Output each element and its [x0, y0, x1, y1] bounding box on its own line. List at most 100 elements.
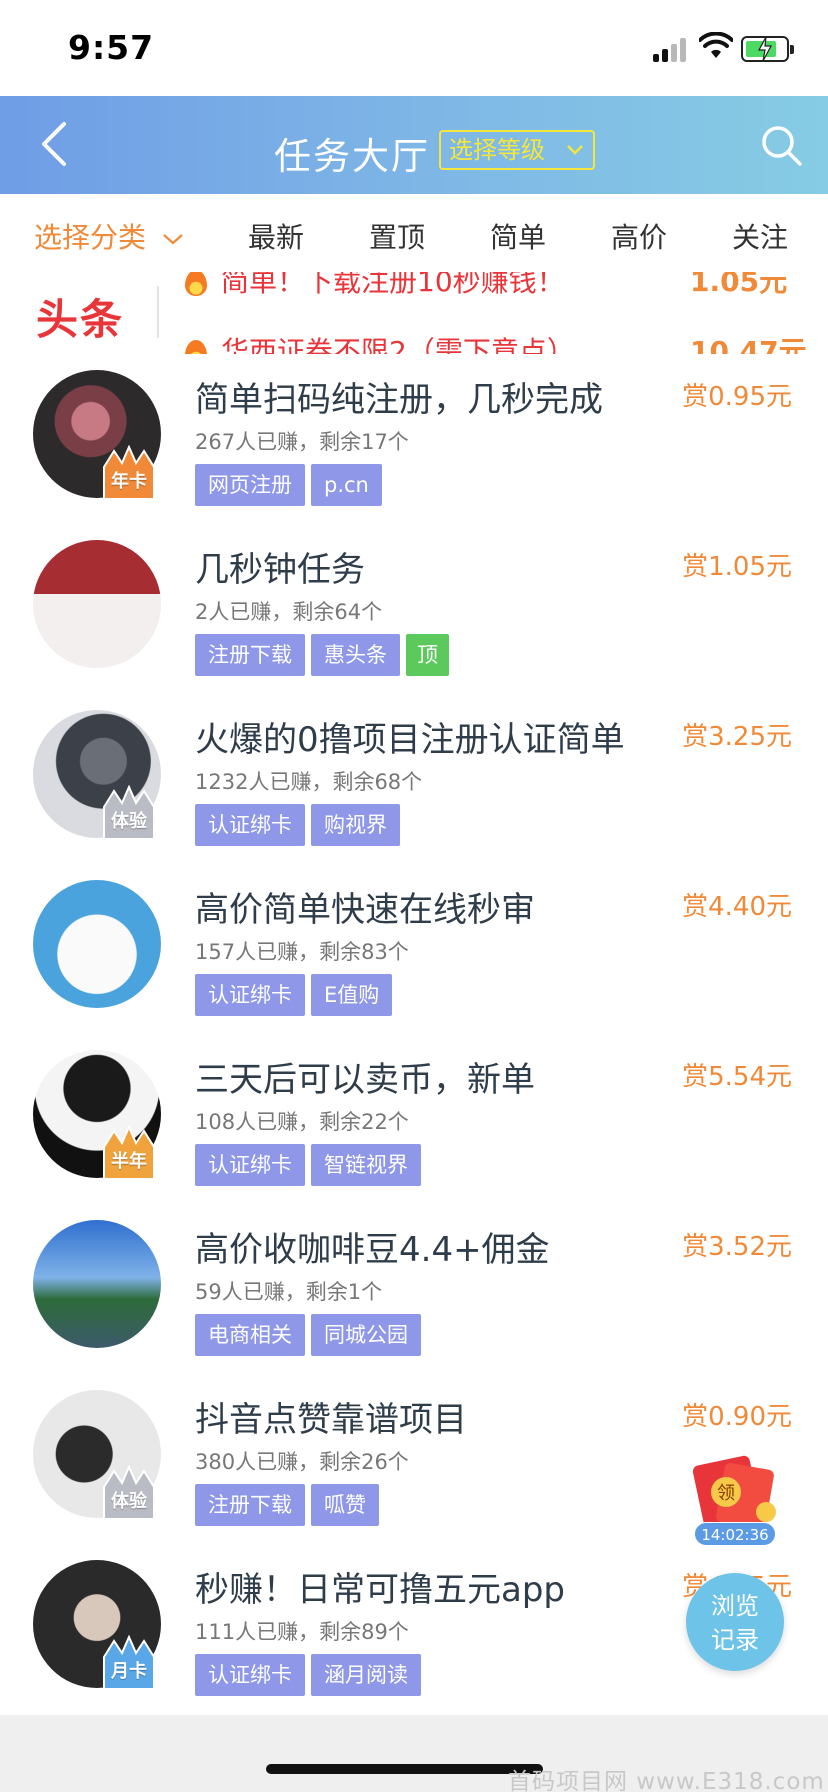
flame-icon	[185, 340, 207, 354]
task-tags: 认证绑卡 涵月阅读	[195, 1654, 427, 1698]
level-select-dropdown[interactable]: 选择等级	[439, 130, 595, 170]
category-select[interactable]: 选择分类	[34, 216, 185, 256]
tab-latest[interactable]: 最新	[248, 216, 304, 256]
task-item[interactable]: 年卡 简单扫码纯注册，几秒完成 赏0.95元 267人已赚，剩余17个 网页注册…	[0, 370, 828, 540]
task-item[interactable]: 半年 三天后可以卖币，新单 赏5.54元 108人已赚，剩余22个 认证绑卡 智链…	[0, 1050, 828, 1220]
ticker-price: 10.47元	[690, 335, 807, 354]
membership-badge: 半年	[98, 1125, 160, 1181]
svg-text:领: 领	[717, 1483, 735, 1504]
task-meta: 111人已赚，剩余89个	[195, 1620, 409, 1644]
flame-icon	[185, 272, 207, 296]
task-meta: 2人已赚，剩余64个	[195, 600, 383, 624]
task-meta: 59人已赚，剩余1个	[195, 1280, 383, 1304]
task-title: 秒赚！日常可撸五元app	[195, 1570, 565, 1610]
task-tag: 认证绑卡	[195, 804, 305, 846]
avatar	[33, 1220, 161, 1348]
task-reward: 赏5.54元	[682, 1062, 792, 1092]
task-tag: 电商相关	[195, 1314, 305, 1356]
divider	[157, 286, 159, 338]
task-meta: 108人已赚，剩余22个	[195, 1110, 409, 1134]
task-meta: 380人已赚，剩余26个	[195, 1450, 409, 1474]
task-tag: 注册下载	[195, 634, 305, 676]
task-reward: 赏3.52元	[682, 1232, 792, 1262]
task-tags: 注册下载 惠头条顶	[195, 634, 455, 678]
avatar	[33, 880, 161, 1008]
task-tags: 认证绑卡 E值购	[195, 974, 398, 1018]
chevron-down-icon	[567, 145, 583, 155]
task-tags: 电商相关 同城公园	[195, 1314, 427, 1358]
watermark: 首码项目网 www.E318.com	[508, 1769, 825, 1792]
task-tag: 同城公园	[311, 1314, 421, 1356]
battery-icon	[741, 36, 794, 62]
task-meta: 157人已赚，剩余83个	[195, 940, 409, 964]
task-tag: 认证绑卡	[195, 1144, 305, 1186]
wifi-icon	[699, 32, 733, 58]
pinned-tag: 顶	[406, 634, 449, 676]
status-time: 9:57	[68, 28, 155, 67]
task-tags: 网页注册 p.cn	[195, 464, 388, 508]
membership-badge: 体验	[98, 785, 160, 841]
task-title: 三天后可以卖币，新单	[195, 1060, 535, 1100]
category-select-label: 选择分类	[34, 221, 147, 254]
task-tag: 网页注册	[195, 464, 305, 506]
countdown-timer: 14:02:36	[694, 1522, 776, 1546]
task-item[interactable]: 几秒钟任务 赏1.05元 2人已赚，剩余64个 注册下载 惠头条顶	[0, 540, 828, 710]
task-tag: 呱赞	[311, 1484, 379, 1526]
task-reward: 赏0.90元	[682, 1402, 792, 1432]
back-icon[interactable]	[30, 114, 90, 174]
task-tag: 智链视界	[311, 1144, 421, 1186]
task-title: 抖音点赞靠谱项目	[195, 1400, 467, 1440]
membership-badge: 月卡	[98, 1635, 160, 1691]
task-meta: 267人已赚，剩余17个	[195, 430, 409, 454]
task-item[interactable]: 体验 火爆的0撸项目注册认证简单 赏3.25元 1232人已赚，剩余68个 认证…	[0, 710, 828, 880]
task-tag: 注册下载	[195, 1484, 305, 1526]
task-tag: 认证绑卡	[195, 974, 305, 1016]
cellular-signal-icon	[653, 38, 689, 62]
page-title: 任务大厅	[274, 135, 430, 178]
ticker-text: 简单！下载注册10秒赚钱！	[221, 272, 565, 298]
task-tags: 认证绑卡 购视界	[195, 804, 406, 848]
task-reward: 赏0.95元	[682, 382, 792, 412]
filter-tabs: 选择分类 最新 置顶 简单 高价 关注	[0, 194, 828, 274]
status-bar: 9:57	[0, 0, 828, 96]
task-item[interactable]: 高价收咖啡豆4.4+佣金 赏3.52元 59人已赚，剩余1个 电商相关 同城公园	[0, 1220, 828, 1390]
avatar	[33, 540, 161, 668]
ticker-text: 华西证券不限2（需下意点）	[221, 335, 575, 354]
task-title: 高价简单快速在线秒审	[195, 890, 535, 930]
browse-history-button[interactable]: 浏览 记录	[686, 1573, 784, 1671]
ticker-price: 1.05元	[690, 272, 788, 298]
task-title: 高价收咖啡豆4.4+佣金	[195, 1230, 550, 1270]
tab-simple[interactable]: 简单	[490, 216, 546, 256]
task-item[interactable]: 高价简单快速在线秒审 赏4.40元 157人已赚，剩余83个 认证绑卡 E值购	[0, 880, 828, 1050]
task-tags: 认证绑卡 智链视界	[195, 1144, 427, 1188]
task-reward: 赏4.40元	[682, 892, 792, 922]
home-indicator	[266, 1764, 543, 1774]
search-icon[interactable]	[756, 120, 806, 170]
ticker-item[interactable]: 简单！下载注册10秒赚钱！ 1.05元	[185, 272, 787, 300]
task-reward: 赏1.05元	[682, 552, 792, 582]
task-tag: 涵月阅读	[311, 1654, 421, 1696]
ticker-item[interactable]: 华西证券不限2（需下意点） 10.47元	[185, 330, 807, 354]
tab-pinned[interactable]: 置顶	[369, 216, 425, 256]
task-tags: 注册下载 呱赞	[195, 1484, 385, 1528]
task-meta: 1232人已赚，剩余68个	[195, 770, 423, 794]
task-tag: 购视界	[311, 804, 400, 846]
task-title: 火爆的0撸项目注册认证简单	[195, 720, 625, 760]
task-tag: 惠头条	[311, 634, 400, 676]
chevron-down-icon	[163, 234, 183, 245]
membership-badge: 体验	[98, 1465, 160, 1521]
history-label-line2: 记录	[711, 1626, 759, 1654]
headline-ticker[interactable]: 头条 简单！下载注册10秒赚钱！ 1.05元 华西证券不限2（需下意点） 10.…	[0, 272, 828, 354]
level-select-label: 选择等级	[449, 136, 545, 164]
history-label-line1: 浏览	[711, 1592, 759, 1620]
tab-high-price[interactable]: 高价	[611, 216, 667, 256]
task-reward: 赏3.25元	[682, 722, 792, 752]
membership-badge: 年卡	[98, 445, 160, 501]
task-title: 简单扫码纯注册，几秒完成	[195, 380, 603, 420]
task-tag: E值购	[311, 974, 393, 1016]
header: 任务大厅 选择等级	[0, 96, 828, 194]
headline-logo: 头条	[36, 295, 125, 344]
tab-follow[interactable]: 关注	[732, 216, 788, 256]
task-title: 几秒钟任务	[195, 550, 365, 590]
task-tag: 认证绑卡	[195, 1654, 305, 1696]
